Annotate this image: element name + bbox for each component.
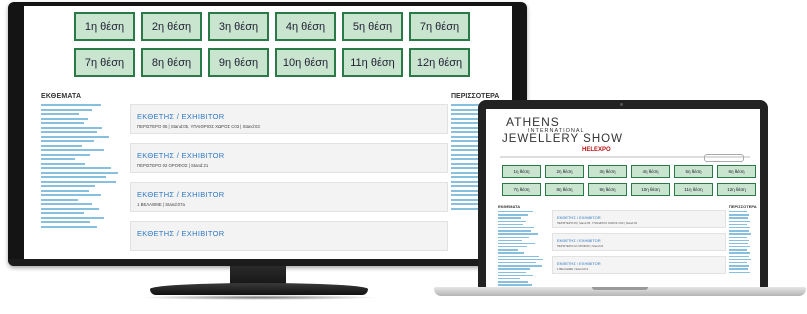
position-slot[interactable]: 8η θέση bbox=[141, 48, 202, 77]
sidebar-title: ΕΚΘΕΜΑΤΑ bbox=[498, 204, 521, 209]
laptop-exhibitor-list: ΕΚΘΕΤΗΣ / EXHIBITOR ΠΕΡΙΣΤΕΡΟ 05 | Stand… bbox=[552, 210, 726, 279]
position-slot[interactable]: 3η θέση bbox=[208, 12, 269, 41]
monitor-shadow bbox=[140, 295, 378, 300]
laptop-position-row-2: 7η θέση 8η θέση 9η θέση 10η θέση 11η θέσ… bbox=[502, 183, 756, 196]
laptop-screen: ATHENS INTERNATIONAL JEWELLERY SHOW HELE… bbox=[486, 109, 760, 287]
laptop-more-sidebar: ΠΕΡΙΣΣΟΤΕΡΑ bbox=[729, 204, 757, 275]
position-slot[interactable]: 5η θέση bbox=[342, 12, 403, 41]
laptop: ATHENS INTERNATIONAL JEWELLERY SHOW HELE… bbox=[478, 100, 768, 288]
more-title: ΠΕΡΙΣΣΟΤΕΡΑ bbox=[451, 93, 500, 100]
position-slot[interactable]: 7η θέση bbox=[502, 183, 541, 196]
logo-line-athens: ATHENS bbox=[506, 115, 560, 129]
position-slot[interactable]: 5η θέση bbox=[674, 165, 713, 178]
monitor-bezel-bottom bbox=[8, 259, 527, 266]
position-slot[interactable]: 9η θέση bbox=[588, 183, 627, 196]
position-slot[interactable]: 4η θέση bbox=[631, 165, 670, 178]
exhibitor-stand: 1 ΒΕΛΑΘΜΕ | Stand:07a bbox=[557, 267, 589, 271]
exhibitor-title[interactable]: ΕΚΘΕΤΗΣ / EXHIBITOR bbox=[557, 215, 721, 220]
position-slot[interactable]: 11η θέση bbox=[342, 48, 403, 77]
exhibitor-card[interactable]: ΕΚΘΕΤΗΣ / EXHIBITOR ΠΕΡΙΣΤΕΡΟ 02 ΟΡΟΦΟΣ … bbox=[552, 233, 726, 251]
exhibitor-stand: 1 ΒΕΛΑΘΜΕ | Stand:07a bbox=[137, 202, 185, 207]
sidebar-title: ΕΚΘΕΜΑΤΑ bbox=[41, 93, 82, 100]
exhibitor-stand: ΠΕΡΙΣΤΕΡΟ 02 ΟΡΟΦΟΣ | Stand:21 bbox=[137, 163, 209, 168]
position-slot[interactable]: 12η θέση bbox=[409, 48, 470, 77]
laptop-exhibits-sidebar: ΕΚΘΕΜΑΤΑ bbox=[498, 204, 548, 287]
position-slot[interactable]: 8η θέση bbox=[545, 183, 584, 196]
position-slot[interactable]: 12η θέση bbox=[717, 183, 756, 196]
exhibitor-stand: ΠΕΡΙΣΤΕΡΟ 02 ΟΡΟΦΟΣ | Stand:21 bbox=[557, 244, 604, 248]
search-input[interactable] bbox=[704, 154, 744, 162]
exhibitor-card[interactable]: ΕΚΘΕΤΗΣ / EXHIBITOR 1 ΒΕΛΑΘΜΕ | Stand:07… bbox=[130, 182, 448, 212]
helexpo-logo: HELEXPO bbox=[582, 147, 611, 153]
position-grid: 1η θέση 2η θέση 3η θέση 4η θέση 5η θέση … bbox=[74, 12, 488, 84]
laptop-position-row-1: 1η θέση 2η θέση 3η θέση 4η θέση 5η θέση … bbox=[502, 165, 756, 178]
exhibitor-stand: ΠΕΡΙΣΤΕΡΟ 05 | Stand:05, ΥΠΑΙΘΡΙΟΣ ΧΩΡΟΣ… bbox=[557, 221, 637, 225]
position-slot[interactable]: 4η θέση bbox=[275, 12, 336, 41]
exhibitor-card[interactable]: ΕΚΘΕΤΗΣ / EXHIBITOR ΠΕΡΙΣΤΕΡΟ 05 | Stand… bbox=[552, 210, 726, 228]
position-row-1: 1η θέση 2η θέση 3η θέση 4η θέση 5η θέση … bbox=[74, 12, 488, 41]
exhibitor-list: ΕΚΘΕΤΗΣ / EXHIBITOR ΠΕΡΙΣΤΕΡΟ 05 | Stand… bbox=[130, 104, 448, 259]
exhibitor-card[interactable]: ΕΚΘΕΤΗΣ / EXHIBITOR bbox=[130, 221, 448, 251]
laptop-lid-notch bbox=[592, 287, 648, 290]
position-slot[interactable]: 3η θέση bbox=[588, 165, 627, 178]
exhibitor-title[interactable]: ΕΚΘΕΤΗΣ / EXHIBITOR bbox=[137, 229, 441, 238]
position-slot[interactable]: 10η θέση bbox=[275, 48, 336, 77]
laptop-position-grid: 1η θέση 2η θέση 3η θέση 4η θέση 5η θέση … bbox=[502, 165, 756, 201]
exhibitor-card[interactable]: ΕΚΘΕΤΗΣ / EXHIBITOR ΠΕΡΙΣΤΕΡΟ 05 | Stand… bbox=[130, 104, 448, 134]
position-slot[interactable]: 2η θέση bbox=[545, 165, 584, 178]
position-slot[interactable]: 2η θέση bbox=[141, 12, 202, 41]
more-title: ΠΕΡΙΣΣΟΤΕΡΑ bbox=[729, 204, 757, 209]
sidebar-link-list[interactable] bbox=[498, 211, 548, 286]
exhibitor-title[interactable]: ΕΚΘΕΤΗΣ / EXHIBITOR bbox=[137, 190, 441, 199]
exhibits-sidebar: ΕΚΘΕΜΑΤΑ bbox=[41, 93, 126, 230]
exhibitor-title[interactable]: ΕΚΘΕΤΗΣ / EXHIBITOR bbox=[557, 261, 721, 266]
more-link-list[interactable] bbox=[729, 211, 754, 273]
desktop-monitor: 1η θέση 2η θέση 3η θέση 4η θέση 5η θέση … bbox=[8, 2, 527, 266]
webcam-icon bbox=[620, 103, 623, 106]
position-slot[interactable]: 10η θέση bbox=[631, 183, 670, 196]
sidebar-link-list[interactable] bbox=[41, 104, 126, 228]
position-slot[interactable]: 6η θέση bbox=[717, 165, 756, 178]
position-slot[interactable]: 1η θέση bbox=[74, 12, 135, 41]
logo-line-jewellery: JEWELLERY SHOW bbox=[502, 133, 623, 145]
position-slot[interactable]: 7η θέση bbox=[74, 48, 135, 77]
position-slot[interactable]: 1η θέση bbox=[502, 165, 541, 178]
exhibitor-stand: ΠΕΡΙΣΤΕΡΟ 05 | Stand:05, ΥΠΑΙΘΡΙΟΣ ΧΩΡΟΣ… bbox=[137, 124, 260, 129]
position-slot[interactable]: 11η θέση bbox=[674, 183, 713, 196]
position-slot[interactable]: 7η θέση bbox=[409, 12, 470, 41]
monitor-screen: 1η θέση 2η θέση 3η θέση 4η θέση 5η θέση … bbox=[24, 6, 512, 259]
position-slot[interactable]: 9η θέση bbox=[208, 48, 269, 77]
exhibitor-card[interactable]: ΕΚΘΕΤΗΣ / EXHIBITOR 1 ΒΕΛΑΘΜΕ | Stand:07… bbox=[552, 256, 726, 274]
exhibitor-title[interactable]: ΕΚΘΕΤΗΣ / EXHIBITOR bbox=[137, 112, 441, 121]
exhibitor-card[interactable]: ΕΚΘΕΤΗΣ / EXHIBITOR ΠΕΡΙΣΤΕΡΟ 02 ΟΡΟΦΟΣ … bbox=[130, 143, 448, 173]
exhibitor-title[interactable]: ΕΚΘΕΤΗΣ / EXHIBITOR bbox=[557, 238, 721, 243]
monitor-stand-base bbox=[150, 283, 368, 295]
exhibitor-title[interactable]: ΕΚΘΕΤΗΣ / EXHIBITOR bbox=[137, 151, 441, 160]
position-row-2: 7η θέση 8η θέση 9η θέση 10η θέση 11η θέσ… bbox=[74, 48, 488, 77]
